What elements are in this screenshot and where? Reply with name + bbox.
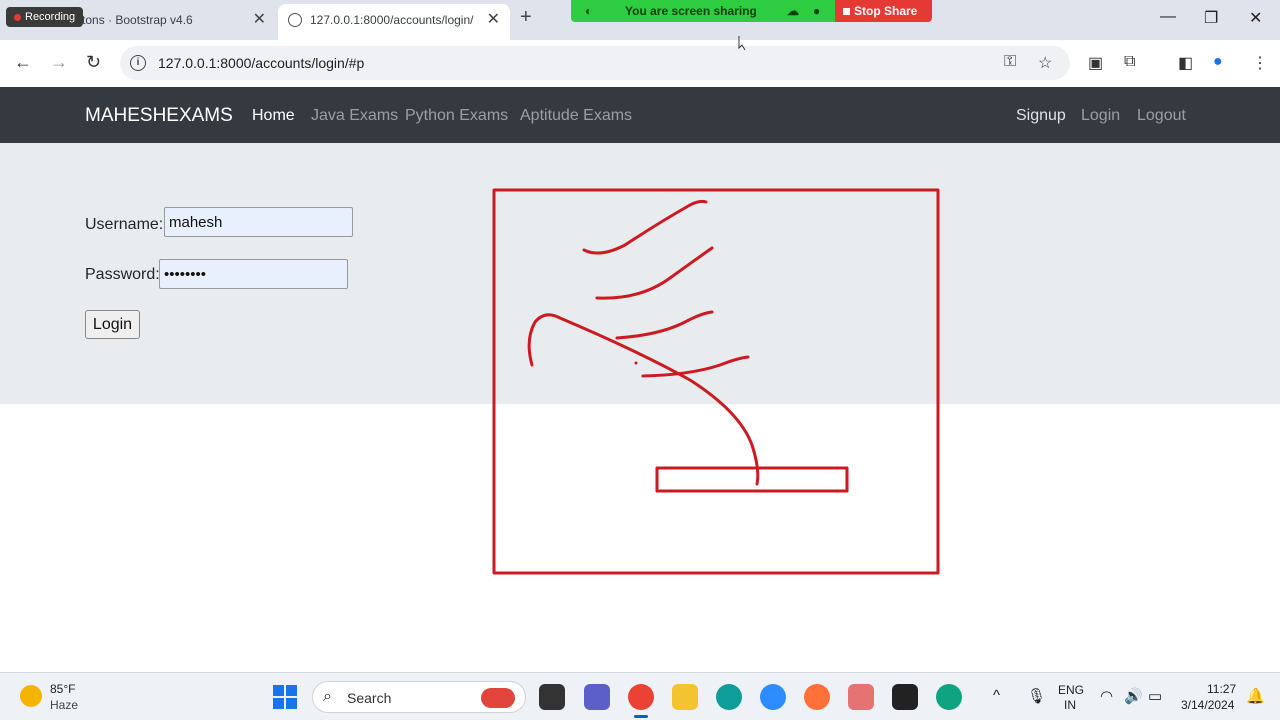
globe-icon (288, 13, 302, 27)
restore-button[interactable]: ❐ (1204, 8, 1218, 28)
clock-time[interactable]: 11:27 (1207, 682, 1236, 696)
share-status-icon: ◐ (585, 4, 593, 18)
password-label: Password: (85, 266, 160, 283)
bookmark-star-icon[interactable]: ☆ (1038, 53, 1052, 73)
reload-button[interactable]: ↻ (86, 52, 101, 73)
edge-icon[interactable] (716, 684, 742, 710)
windows-taskbar: 85°F Haze ⌕ Search ^ 🎙 ENG IN ◠ 🔊 ▭ 11:2… (0, 672, 1280, 720)
close-tab-icon[interactable]: ✕ (253, 4, 266, 36)
site-navbar: MAHESHEXAMS Home Java Exams Python Exams… (0, 87, 1280, 143)
tab-title: 127.0.0.1:8000/accounts/login/ (310, 13, 474, 27)
file-explorer-icon[interactable] (672, 684, 698, 710)
browser-toolbar: ← → ↻ i 127.0.0.1:8000/accounts/login/#p… (0, 40, 1280, 87)
side-panel-icon[interactable]: ◧ (1178, 53, 1193, 73)
jumbotron: Username: Password: (0, 143, 1280, 404)
stop-share-button[interactable]: Stop Share (835, 0, 932, 22)
weather-description[interactable]: Haze (50, 698, 78, 712)
paint-icon[interactable] (848, 684, 874, 710)
volume-icon[interactable]: 🔊 (1124, 687, 1143, 705)
battery-icon[interactable]: ▭ (1148, 687, 1162, 705)
language-indicator[interactable]: ENG (1058, 683, 1084, 697)
password-key-icon[interactable]: ⚿ (1004, 53, 1016, 71)
minimize-button[interactable]: — (1160, 8, 1176, 26)
screen-sharing-message: You are screen sharing (625, 4, 757, 18)
windows-start-icon[interactable] (273, 685, 297, 709)
teams-icon[interactable] (584, 684, 610, 710)
terminal-icon[interactable] (892, 684, 918, 710)
region-indicator[interactable]: IN (1064, 698, 1076, 712)
browser-tab-strip: uttons · Bootstrap v4.6 ✕ Recording 127.… (0, 0, 1280, 40)
tab-title: uttons · Bootstrap v4.6 (72, 13, 193, 27)
nav-signup[interactable]: Signup (1016, 107, 1066, 125)
close-window-button[interactable]: ✕ (1249, 8, 1262, 28)
address-bar[interactable]: i 127.0.0.1:8000/accounts/login/#p ⚿ ☆ (120, 46, 1070, 80)
username-field[interactable] (164, 207, 353, 237)
clock-date[interactable]: 3/14/2024 (1181, 698, 1234, 712)
task-view-icon[interactable] (539, 684, 565, 710)
nav-aptitude-exams[interactable]: Aptitude Exams (520, 107, 632, 125)
notification-bell-icon[interactable]: 🔔 (1246, 687, 1265, 705)
chatgpt-icon[interactable] (936, 684, 962, 710)
nav-python-exams[interactable]: Python Exams (405, 107, 508, 125)
new-tab-button[interactable]: + (520, 6, 532, 29)
weather-temperature[interactable]: 85°F (50, 682, 75, 696)
screen-sharing-bar: ◐ You are screen sharing ☁ ● (571, 0, 835, 22)
forward-button[interactable]: → (50, 52, 68, 73)
recording-badge: Recording (6, 7, 84, 27)
wifi-icon[interactable]: ◠ (1100, 687, 1113, 705)
tab-login[interactable]: 127.0.0.1:8000/accounts/login/ ✕ (278, 4, 510, 40)
recording-label: Recording (25, 11, 76, 23)
site-info-icon[interactable]: i (130, 55, 146, 71)
cloud-icon: ☁ (787, 4, 799, 18)
login-button[interactable]: Login (85, 310, 140, 339)
nav-login[interactable]: Login (1081, 107, 1120, 125)
stop-share-label: Stop Share (854, 4, 918, 18)
navbar-brand[interactable]: MAHESHEXAMS (85, 105, 233, 127)
username-label: Username: (85, 216, 164, 233)
close-tab-icon[interactable]: ✕ (487, 4, 500, 36)
annotation-small-box (655, 466, 849, 493)
stop-icon (843, 8, 850, 15)
microphone-icon[interactable]: 🎙 (1027, 687, 1046, 705)
nav-java-exams[interactable]: Java Exams (311, 107, 398, 125)
search-highlight-icon (481, 688, 515, 708)
show-hidden-icons-chevron-icon[interactable]: ^ (993, 687, 1000, 704)
url-text[interactable]: 127.0.0.1:8000/accounts/login/#p (158, 55, 364, 71)
search-icon: ⌕ (323, 688, 332, 705)
back-button[interactable]: ← (14, 52, 32, 73)
selenium-extension-icon[interactable]: ▣ (1088, 53, 1103, 73)
extensions-puzzle-icon[interactable]: ⧉ (1124, 53, 1135, 71)
menu-kebab-icon[interactable]: ⋮ (1252, 53, 1268, 73)
chrome-icon[interactable] (628, 684, 654, 718)
record-dot-icon (14, 13, 21, 21)
firefox-icon[interactable] (804, 684, 830, 710)
shield-icon: ● (813, 4, 821, 18)
weather-sun-icon[interactable] (20, 685, 42, 707)
taskbar-search[interactable]: ⌕ Search (312, 681, 526, 713)
nav-home[interactable]: Home (252, 107, 295, 125)
zoom-icon[interactable] (760, 684, 786, 710)
password-field[interactable] (159, 259, 348, 289)
profile-avatar-icon[interactable]: ● (1213, 53, 1223, 71)
nav-logout[interactable]: Logout (1137, 107, 1186, 125)
search-label: Search (347, 690, 392, 706)
